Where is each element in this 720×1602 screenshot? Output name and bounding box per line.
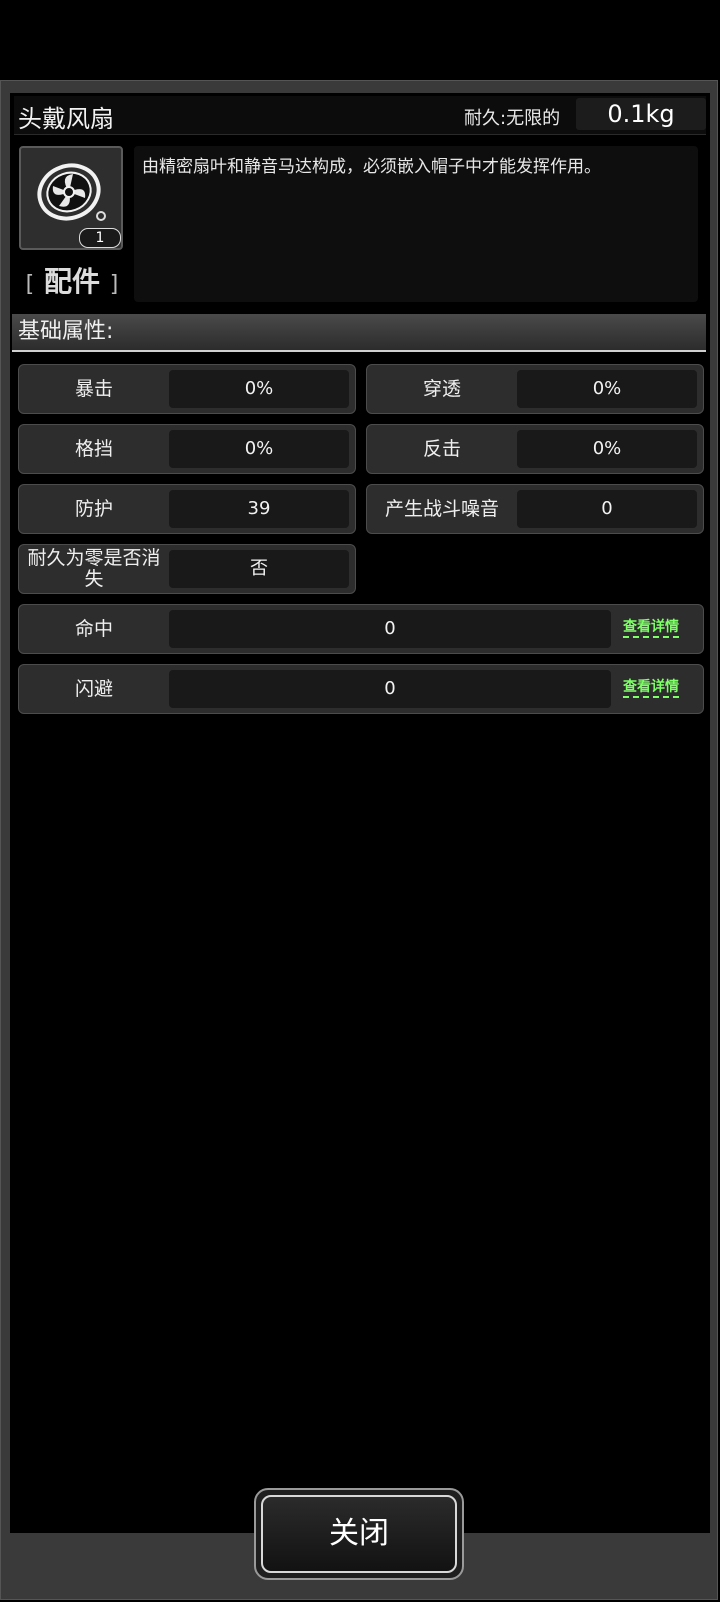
title-bar: 头戴风扇 耐久:无限的 0.1kg xyxy=(14,96,706,135)
evasion-details-link[interactable]: 查看详情 xyxy=(623,678,679,698)
category-bracket-open: [ xyxy=(25,272,35,297)
stat-evasion: 闪避 0 查看详情 xyxy=(18,664,704,714)
close-button[interactable]: 关闭 xyxy=(254,1488,464,1580)
stat-label: 格挡 xyxy=(74,437,113,460)
weight-value: 0.1kg xyxy=(576,98,706,130)
item-count-badge: 1 xyxy=(79,228,121,248)
stat-value: 39 xyxy=(169,490,349,528)
stat-value: 0 xyxy=(517,490,697,528)
stat-vanish-at-zero: 耐久为零是否消失 否 xyxy=(18,544,356,594)
item-category: [ 配件 ] xyxy=(20,260,124,300)
category-bracket-close: ] xyxy=(109,272,119,297)
fan-icon xyxy=(37,163,106,221)
stat-label: 闪避 xyxy=(74,677,113,700)
stat-value: 0% xyxy=(517,370,697,408)
stat-value: 0% xyxy=(517,430,697,468)
stat-value: 否 xyxy=(169,550,349,588)
section-header-base-attributes: 基础属性: xyxy=(12,314,706,352)
stat-accuracy: 命中 0 查看详情 xyxy=(18,604,704,654)
stat-label: 穿透 xyxy=(422,377,461,400)
stat-label: 防护 xyxy=(74,497,113,520)
stat-label: 耐久为零是否消失 xyxy=(27,547,161,590)
stat-value: 0 xyxy=(169,610,611,648)
stat-battle-noise: 产生战斗噪音 0 xyxy=(366,484,704,534)
stat-defense: 防护 39 xyxy=(18,484,356,534)
stat-label: 产生战斗噪音 xyxy=(384,497,499,520)
item-name: 头戴风扇 xyxy=(18,105,114,133)
stat-label: 暴击 xyxy=(74,377,113,400)
stat-value: 0% xyxy=(169,430,349,468)
stat-penetration: 穿透 0% xyxy=(366,364,704,414)
stat-value: 0 xyxy=(169,670,611,708)
item-detail-content: 头戴风扇 耐久:无限的 0.1kg 1 [ 配件 ] 由精密扇叶和静音马达构成，… xyxy=(10,93,710,1533)
stat-label: 反击 xyxy=(422,437,461,460)
accuracy-details-link[interactable]: 查看详情 xyxy=(623,618,679,638)
item-detail-panel: 头戴风扇 耐久:无限的 0.1kg 1 [ 配件 ] 由精密扇叶和静音马达构成，… xyxy=(0,80,718,1600)
durability-label: 耐久:无限的 xyxy=(464,108,561,129)
stat-value: 0% xyxy=(169,370,349,408)
category-label: 配件 xyxy=(43,265,100,298)
stat-label: 命中 xyxy=(74,617,113,640)
stat-counter: 反击 0% xyxy=(366,424,704,474)
stat-block: 格挡 0% xyxy=(18,424,356,474)
item-description: 由精密扇叶和静音马达构成，必须嵌入帽子中才能发挥作用。 xyxy=(134,146,698,302)
close-button-label: 关闭 xyxy=(261,1495,457,1573)
item-icon-frame[interactable]: 1 xyxy=(19,146,123,250)
stat-crit: 暴击 0% xyxy=(18,364,356,414)
